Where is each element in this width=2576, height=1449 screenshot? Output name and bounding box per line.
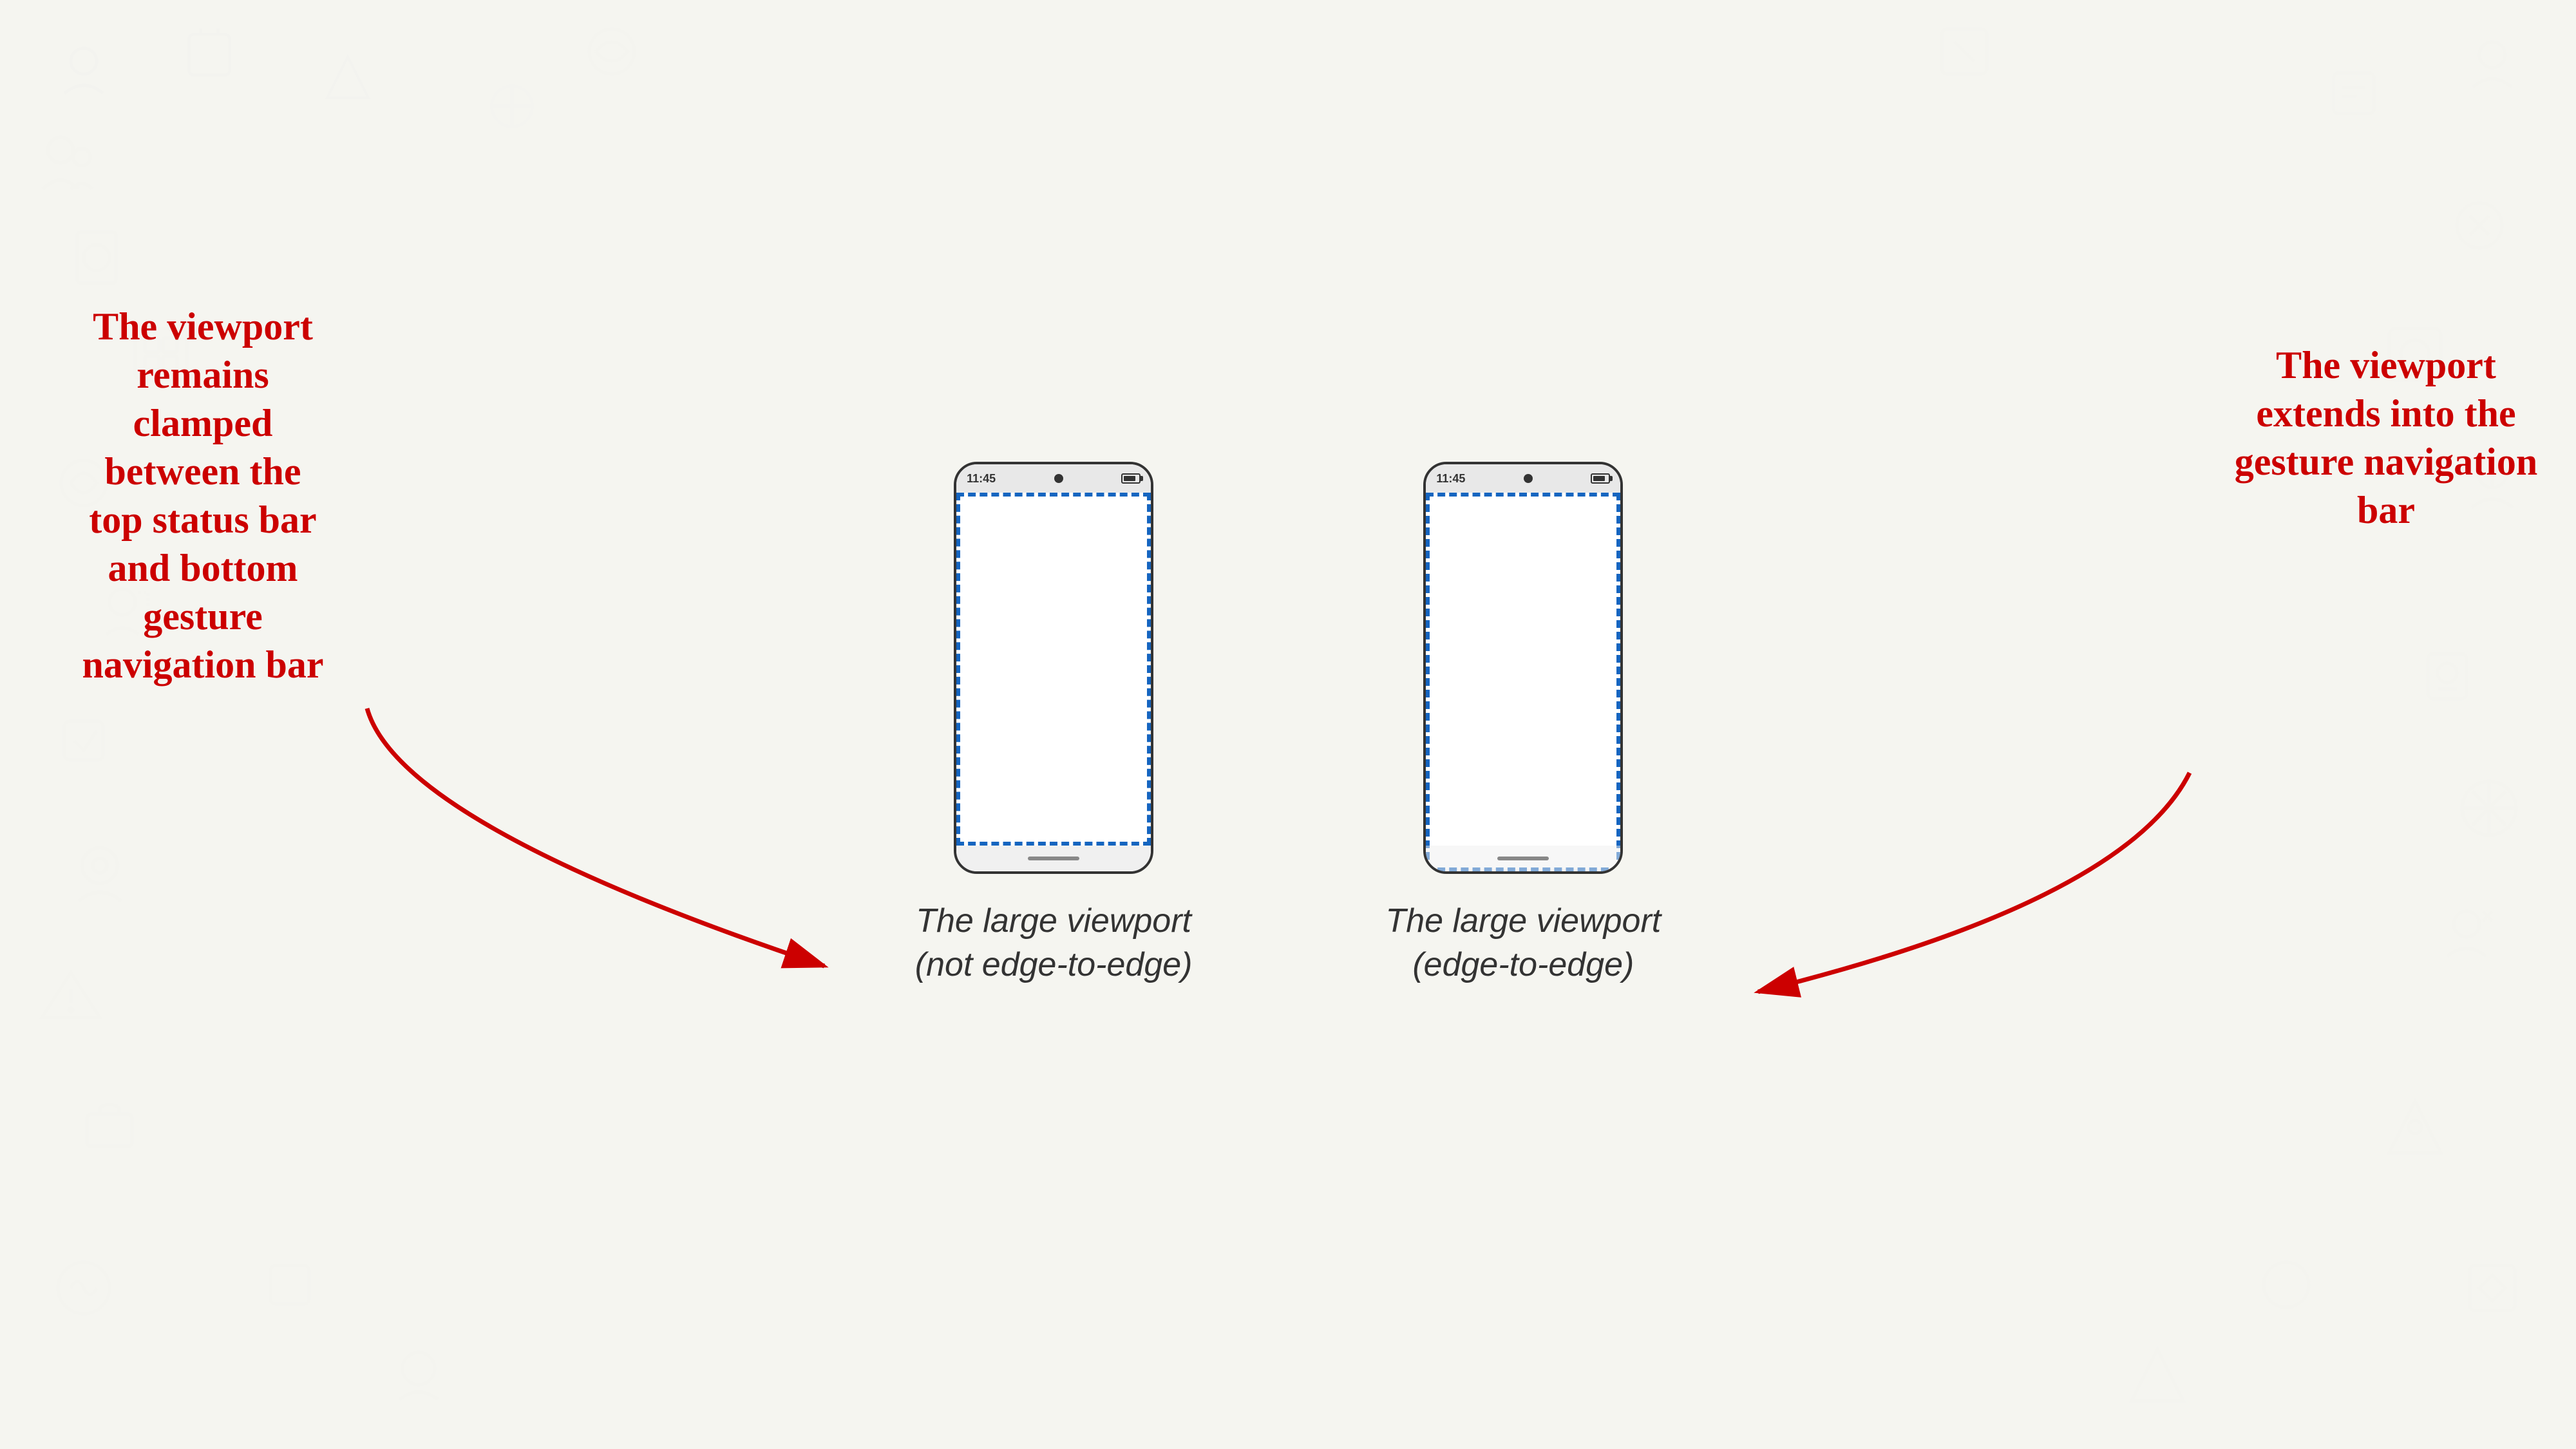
viewport-area-left <box>956 493 1151 846</box>
phone-group-right: 11:45 The large viewport (edge-to-edge) <box>1385 462 1661 987</box>
phone-label-left: The large viewport (not edge-to-edge) <box>915 900 1193 987</box>
battery-fill-right <box>1593 476 1605 481</box>
nav-pill-right <box>1497 857 1549 860</box>
annotation-right: The viewport extends into the gesture na… <box>2225 341 2547 535</box>
phone-frame-left: 11:45 <box>954 462 1153 874</box>
camera-dot-left <box>1054 474 1063 483</box>
viewport-area-right <box>1426 493 1620 871</box>
time-right: 11:45 <box>1436 472 1465 486</box>
nav-bar-left <box>956 846 1151 871</box>
main-content: 11:45 The large viewport (not edge-to-ed… <box>0 0 2576 1449</box>
camera-dot-right <box>1524 474 1533 483</box>
status-bar-right: 11:45 <box>1426 464 1620 493</box>
annotation-left: The viewport remains clamped between the… <box>35 303 370 689</box>
time-left: 11:45 <box>967 472 996 486</box>
nav-pill-left <box>1028 857 1079 860</box>
annotation-left-text: The viewport remains clamped between the… <box>82 305 323 686</box>
phone-label-right: The large viewport (edge-to-edge) <box>1385 900 1661 987</box>
phone-group-left: 11:45 The large viewport (not edge-to-ed… <box>915 462 1193 987</box>
battery-fill-left <box>1124 476 1135 481</box>
battery-left <box>1121 473 1141 484</box>
battery-right <box>1591 473 1610 484</box>
phone-frame-right: 11:45 <box>1423 462 1623 874</box>
nav-bar-right <box>1426 846 1620 871</box>
status-bar-left: 11:45 <box>956 464 1151 493</box>
annotation-right-text: The viewport extends into the gesture na… <box>2235 344 2538 531</box>
